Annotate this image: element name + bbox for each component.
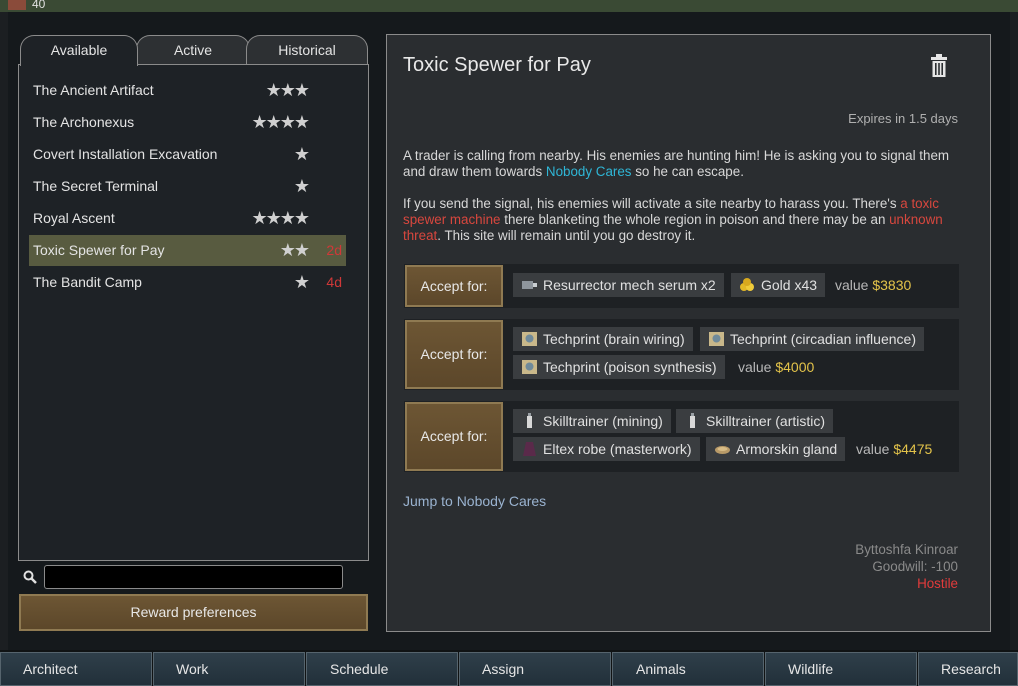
tab-architect[interactable]: Architect <box>0 652 152 686</box>
faction-goodwill: Goodwill: -100 <box>872 559 958 574</box>
gold-icon <box>740 278 754 291</box>
faction-link-inline[interactable]: Nobody Cares <box>546 164 632 179</box>
quest-search-input[interactable] <box>44 565 343 589</box>
quest-list: The Ancient Artifact ★★★ The Archonexus ★★… <box>18 64 369 561</box>
reward-option-2: Accept for: Techprint (brain wiring) Tec… <box>404 319 959 390</box>
reward-chip: Eltex robe (masterwork) <box>513 437 700 461</box>
skilltrainer-icon <box>690 413 695 428</box>
challenge-stars: ★ <box>293 144 310 164</box>
reward-option-3: Accept for: Skilltrainer (mining) Skillt… <box>404 401 959 472</box>
challenge-stars: ★ <box>293 176 310 196</box>
challenge-stars: ★★★★ <box>251 112 310 132</box>
quest-name: Covert Installation Excavation <box>33 146 218 162</box>
robe-icon <box>523 442 536 456</box>
reward-chip: Skilltrainer (artistic) <box>676 409 834 433</box>
reward-value: value $4475 <box>856 441 933 457</box>
quest-description-2: If you send the signal, his enemies will… <box>403 196 943 243</box>
tab-schedule[interactable]: Schedule <box>306 652 458 686</box>
reward-option-1: Accept for: Resurrector mech serum x2 Go… <box>404 264 959 308</box>
challenge-stars: ★ <box>293 272 310 292</box>
resource-count: 40 <box>32 0 46 11</box>
tab-available[interactable]: Available <box>20 35 138 66</box>
gland-icon <box>715 446 730 454</box>
serum-icon <box>522 281 537 289</box>
faction-leader: Byttoshfa Kinroar <box>855 542 958 557</box>
tab-assign[interactable]: Assign <box>459 652 611 686</box>
trash-icon[interactable] <box>930 54 948 78</box>
quest-item-toxic-spewer[interactable]: Toxic Spewer for Pay ★★ 2d <box>29 235 346 266</box>
quest-name: The Bandit Camp <box>33 274 142 290</box>
quest-name: The Ancient Artifact <box>33 82 154 98</box>
quest-description-1: A trader is calling from nearby. His ene… <box>403 148 950 179</box>
quest-expires: Expires in 1.5 days <box>848 111 958 126</box>
quest-name: Toxic Spewer for Pay <box>33 242 165 258</box>
techprint-icon <box>522 332 537 346</box>
accept-button[interactable]: Accept for: <box>405 402 503 471</box>
quest-tabs: Available Active Historical <box>18 35 370 66</box>
faction-relation: Hostile <box>917 576 958 591</box>
tab-work[interactable]: Work <box>153 652 305 686</box>
tab-wildlife[interactable]: Wildlife <box>765 652 917 686</box>
quest-detail-panel: Toxic Spewer for Pay Expires in 1.5 days… <box>386 34 991 632</box>
reward-chip: Resurrector mech serum x2 <box>513 273 724 297</box>
challenge-stars: ★★★ <box>265 80 310 100</box>
quest-expiry: 2d <box>326 242 342 258</box>
book-icon <box>8 0 26 10</box>
reward-preferences-button[interactable]: Reward preferences <box>19 594 368 631</box>
tab-research[interactable]: Research <box>918 652 1018 686</box>
challenge-stars: ★★★★ <box>251 208 310 228</box>
accept-button[interactable]: Accept for: <box>405 320 503 389</box>
quest-item-ancient-artifact[interactable]: The Ancient Artifact ★★★ <box>29 75 346 106</box>
search-icon <box>23 570 37 584</box>
quest-name: The Archonexus <box>33 114 135 130</box>
challenge-stars: ★★ <box>279 240 310 260</box>
quest-name: The Secret Terminal <box>33 178 159 194</box>
tab-historical[interactable]: Historical <box>246 35 368 66</box>
reward-chip: Techprint (poison synthesis) <box>513 355 725 379</box>
reward-chip: Skilltrainer (mining) <box>513 409 671 433</box>
accept-button[interactable]: Accept for: <box>405 265 503 307</box>
reward-chip: Armorskin gland <box>706 437 846 461</box>
techprint-icon <box>522 360 537 374</box>
tab-active[interactable]: Active <box>136 35 250 66</box>
reward-value: value $4000 <box>738 359 815 375</box>
jump-to-faction-link[interactable]: Jump to Nobody Cares <box>403 493 546 509</box>
reward-chip: Gold x43 <box>731 273 826 297</box>
tab-animals[interactable]: Animals <box>612 652 764 686</box>
quest-title: Toxic Spewer for Pay <box>403 54 591 76</box>
reward-value: value $3830 <box>835 277 912 293</box>
quest-item-covert-installation[interactable]: Covert Installation Excavation ★ <box>29 139 346 170</box>
main-tab-bar: Architect Work Schedule Assign Animals W… <box>0 650 1018 686</box>
top-resource-bar: 40 <box>0 0 1018 12</box>
quest-item-royal-ascent[interactable]: Royal Ascent ★★★★ <box>29 203 346 234</box>
quest-item-archonexus[interactable]: The Archonexus ★★★★ <box>29 107 346 138</box>
reward-chip: Techprint (circadian influence) <box>700 327 924 351</box>
reward-chip: Techprint (brain wiring) <box>513 327 693 351</box>
techprint-icon <box>709 332 724 346</box>
quest-name: Royal Ascent <box>33 210 115 226</box>
quest-expiry: 4d <box>326 274 342 290</box>
quest-item-bandit-camp[interactable]: The Bandit Camp ★ 4d <box>29 267 346 298</box>
skilltrainer-icon <box>527 413 532 428</box>
faction-info: Byttoshfa Kinroar Goodwill: -100 Hostile <box>855 541 958 592</box>
resource-readout: 40 <box>8 0 45 11</box>
quest-item-secret-terminal[interactable]: The Secret Terminal ★ <box>29 171 346 202</box>
